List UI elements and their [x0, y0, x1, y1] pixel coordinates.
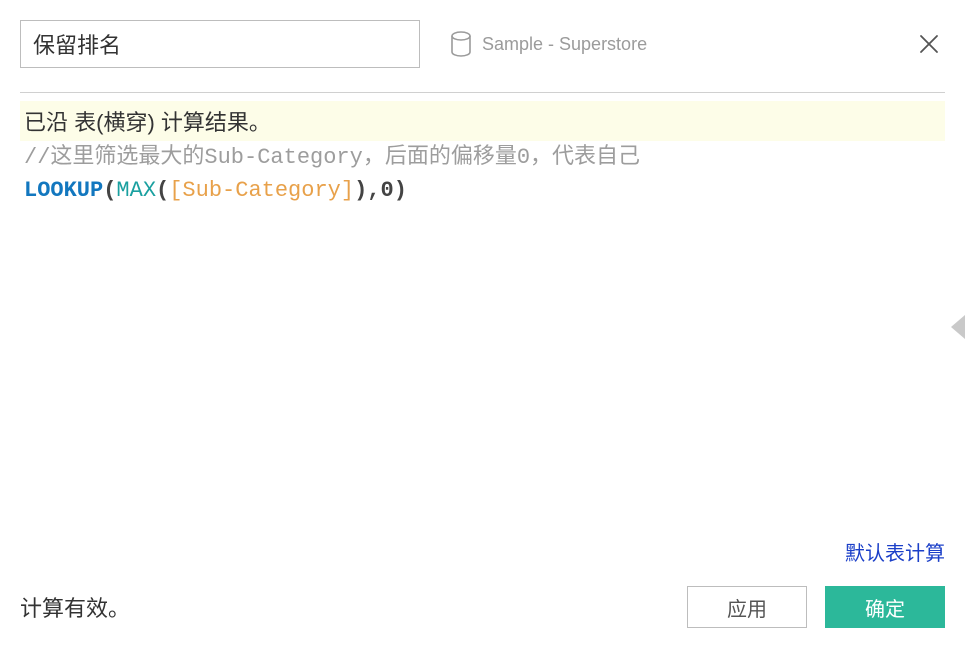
collapse-handle[interactable]: [951, 315, 965, 339]
token-literal: 0: [380, 178, 393, 203]
calculation-editor-dialog: Sample - Superstore 已沿 表(横穿) 计算结果。 //这里筛…: [0, 0, 965, 650]
header-divider: [20, 92, 945, 93]
token-paren: (: [156, 178, 169, 203]
token-paren: (: [103, 178, 116, 203]
dialog-header: Sample - Superstore: [20, 20, 945, 68]
token-paren: ): [354, 178, 367, 203]
footer-row: 计算有效。 应用 确定: [20, 586, 945, 628]
code-comment: //这里筛选最大的Sub-Category，后面的偏移量0，代表自己: [24, 145, 640, 170]
token-function: LOOKUP: [24, 178, 103, 203]
datasource-indicator: Sample - Superstore: [450, 31, 647, 57]
datasource-label: Sample - Superstore: [482, 34, 647, 55]
token-field: [Sub-Category]: [169, 178, 354, 203]
validation-status: 计算有效。: [20, 591, 130, 623]
ok-button[interactable]: 确定: [825, 586, 945, 628]
apply-button[interactable]: 应用: [687, 586, 807, 628]
dialog-footer: 默认表计算 计算有效。 应用 确定: [20, 537, 945, 628]
calculation-name-input[interactable]: [20, 20, 420, 68]
formula-editor[interactable]: //这里筛选最大的Sub-Category，后面的偏移量0，代表自己 LOOKU…: [20, 141, 945, 207]
close-icon: [917, 32, 941, 56]
token-paren: ): [394, 178, 407, 203]
default-table-calc-link[interactable]: 默认表计算: [20, 537, 945, 566]
database-icon: [450, 31, 472, 57]
token-comma: ,: [367, 178, 380, 203]
token-aggregate: MAX: [116, 178, 156, 203]
close-button[interactable]: [913, 28, 945, 60]
calculation-scope-message: 已沿 表(横穿) 计算结果。: [20, 101, 945, 141]
